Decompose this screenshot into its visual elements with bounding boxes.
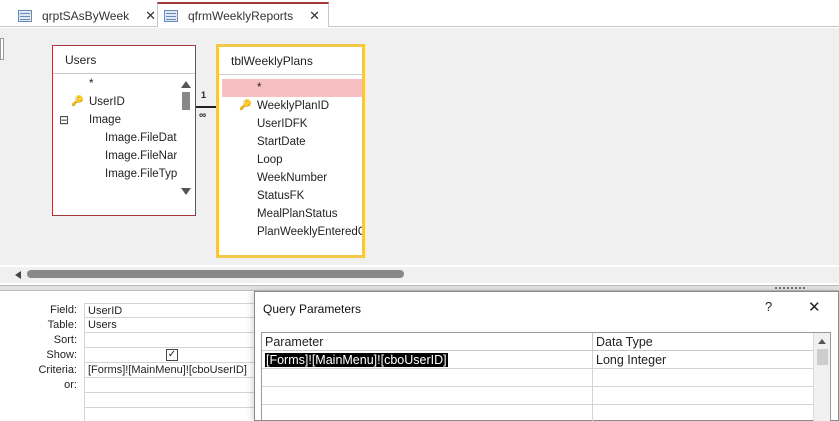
field-item-startdate[interactable]: StartDate xyxy=(219,133,362,151)
relationship-one-marker: 1 xyxy=(201,90,207,100)
parameter-cell[interactable] xyxy=(262,369,593,387)
field-item-image-filename[interactable]: Image.FileNar xyxy=(53,147,177,165)
scroll-left-icon[interactable] xyxy=(15,271,21,279)
relationship-many-marker: ∞ xyxy=(199,110,207,121)
parameters-grid: Parameter Data Type [Forms]![MainMenu]![… xyxy=(261,332,831,421)
primary-key-icon: 🔑 xyxy=(239,100,252,111)
empty-cell[interactable] xyxy=(84,393,254,408)
row-label-or: or: xyxy=(64,379,77,391)
field-list: * 🔑 WeeklyPlanID UserIDFK StartDate Loop… xyxy=(219,79,362,241)
collapse-icon[interactable]: ⊟ xyxy=(59,111,69,129)
tab-label: qrptSAsByWeek xyxy=(42,8,130,23)
help-button[interactable]: ? xyxy=(765,299,772,314)
column-header-data-type: Data Type xyxy=(593,333,815,351)
tab-label: qfrmWeeklyReports xyxy=(188,8,294,23)
field-item-userid[interactable]: 🔑 UserID xyxy=(53,93,177,111)
field-label: UserID xyxy=(89,96,125,108)
tab-qrptsasbyweek[interactable]: qrptSAsByWeek ✕ xyxy=(18,4,156,27)
weekly-plans-table-box[interactable]: tblWeeklyPlans * 🔑 WeeklyPlanID UserIDFK… xyxy=(216,44,365,258)
query-icon xyxy=(164,9,178,22)
field-item-useridfk[interactable]: UserIDFK xyxy=(219,115,362,133)
close-icon[interactable]: ✕ xyxy=(309,8,320,24)
field-item-weeknumber[interactable]: WeekNumber xyxy=(219,169,362,187)
splitter-grip-icon[interactable] xyxy=(775,287,805,289)
field-label: Image xyxy=(89,114,121,126)
column-header-parameter: Parameter xyxy=(262,333,593,351)
users-table-box[interactable]: Users * 🔑 UserID ⊟ Image Image.FileDat I… xyxy=(52,45,196,216)
query-parameters-dialog: Query Parameters ? ✕ Parameter Data Type… xyxy=(254,291,839,421)
relationship-line[interactable] xyxy=(196,106,216,108)
query-design-canvas[interactable]: Users * 🔑 UserID ⊟ Image Image.FileDat I… xyxy=(0,28,839,265)
primary-key-icon: 🔑 xyxy=(71,96,84,107)
table-title[interactable]: tblWeeklyPlans xyxy=(219,47,362,75)
scroll-thumb[interactable] xyxy=(27,270,404,278)
parameter-cell[interactable] xyxy=(262,387,593,405)
field-item-loop[interactable]: Loop xyxy=(219,151,362,169)
data-type-cell[interactable]: Long Integer xyxy=(593,351,815,369)
scroll-down-icon[interactable] xyxy=(181,188,191,195)
empty-cell[interactable] xyxy=(84,408,254,421)
dialog-title: Query Parameters xyxy=(263,302,362,316)
parameter-value[interactable]: [Forms]![MainMenu]![cboUserID] xyxy=(265,353,448,367)
close-icon[interactable]: ✕ xyxy=(145,8,156,24)
field-item-all[interactable]: * xyxy=(53,75,177,93)
data-type-cell[interactable] xyxy=(593,405,815,421)
field-item-mealplanstatus[interactable]: MealPlanStatus xyxy=(219,205,362,223)
row-label-criteria: Criteria: xyxy=(38,364,77,376)
field-item-planweeklyentered[interactable]: PlanWeeklyEnteredC xyxy=(219,223,362,241)
field-item-image-filetype[interactable]: Image.FileTyp xyxy=(53,165,177,183)
field-label: WeeklyPlanID xyxy=(257,100,330,112)
field-cell[interactable]: UserID xyxy=(84,303,254,318)
sort-cell[interactable] xyxy=(84,333,254,348)
parameter-cell[interactable] xyxy=(262,405,593,421)
row-label-table: Table: xyxy=(47,319,77,331)
or-cell[interactable] xyxy=(84,378,254,393)
field-item-image[interactable]: ⊟ Image xyxy=(53,111,177,129)
table-cell[interactable]: Users xyxy=(84,318,254,333)
scroll-up-icon[interactable] xyxy=(818,339,826,344)
data-type-cell[interactable] xyxy=(593,369,815,387)
field-item-weeklyplanid[interactable]: 🔑 WeeklyPlanID xyxy=(219,97,362,115)
scroll-thumb[interactable] xyxy=(182,92,190,110)
data-type-cell[interactable] xyxy=(593,387,815,405)
row-label-field: Field: xyxy=(50,304,77,316)
scroll-thumb[interactable] xyxy=(816,349,828,365)
vertical-scrollbar[interactable] xyxy=(181,79,191,195)
criteria-cell[interactable]: [Forms]![MainMenu]![cboUserID] xyxy=(84,363,254,378)
parameter-cell[interactable]: [Forms]![MainMenu]![cboUserID] xyxy=(262,351,593,369)
vertical-scrollbar[interactable] xyxy=(813,333,830,421)
canvas-edge-handle xyxy=(0,38,4,60)
field-list: * 🔑 UserID ⊟ Image Image.FileDat Image.F… xyxy=(53,75,177,183)
row-label-sort: Sort: xyxy=(53,334,77,346)
tab-qfrmweeklyreports[interactable]: qfrmWeeklyReports ✕ xyxy=(157,2,330,27)
show-checkbox[interactable]: ✓ xyxy=(166,349,178,361)
close-button[interactable]: ✕ xyxy=(808,298,821,316)
row-label-show: Show: xyxy=(46,349,77,361)
scroll-up-icon[interactable] xyxy=(181,81,191,88)
field-item-statusfk[interactable]: StatusFK xyxy=(219,187,362,205)
document-tab-strip: qrptSAsByWeek ✕ qfrmWeeklyReports ✕ xyxy=(0,0,839,27)
table-title[interactable]: Users xyxy=(53,46,195,74)
query-icon xyxy=(18,9,32,22)
canvas-horizontal-scrollbar[interactable] xyxy=(0,267,839,283)
field-item-all[interactable]: * xyxy=(222,79,362,97)
field-item-image-filedata[interactable]: Image.FileDat xyxy=(53,129,177,147)
